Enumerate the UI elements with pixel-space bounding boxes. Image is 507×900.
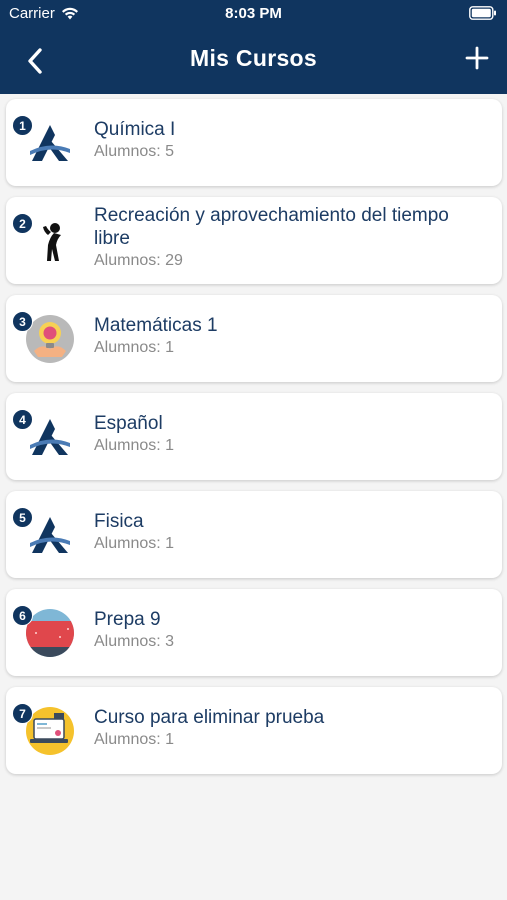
course-name: Química I [94,119,176,140]
course-card[interactable]: 6 Prepa 9 Alumnos: 3 [6,589,502,676]
status-time: 8:03 PM [225,5,282,22]
status-bar: Carrier 8:03 PM [0,0,507,28]
course-name: Prepa 9 [94,609,161,630]
course-number-badge: 1 [12,115,33,136]
course-card[interactable]: 4 Español Alumnos: 1 [6,393,502,480]
course-number-badge: 4 [12,409,33,430]
course-students: Alumnos: 1 [94,535,175,552]
add-course-button[interactable] [465,46,489,70]
course-students: Alumnos: 1 [94,731,175,748]
course-number-badge: 2 [12,213,33,234]
course-students: Alumnos: 5 [94,143,175,160]
course-students: Alumnos: 1 [94,437,175,454]
nav-bar: Mis Cursos [0,28,507,94]
course-card[interactable]: 1 Química I Alumnos: 5 [6,99,502,186]
course-card[interactable]: 2 Recreación y aprovechamiento del tiemp… [6,197,502,284]
course-number-badge: 5 [12,507,33,528]
course-card[interactable]: 5 Fisica Alumnos: 1 [6,491,502,578]
page-title: Mis Cursos [190,45,317,71]
course-name: Fisica [94,511,144,532]
course-list: 1 Química I Alumnos: 5 2 Recreación y ap… [6,99,502,785]
plus-icon [465,46,489,70]
course-students: Alumnos: 29 [94,252,183,269]
course-students: Alumnos: 1 [94,339,175,356]
app-header: Carrier 8:03 PM Mis Cursos [0,0,507,94]
course-card[interactable]: 3 Matemáticas 1 Alumnos: 1 [6,295,502,382]
course-number-badge: 3 [12,311,33,332]
course-name: Recreación y aprovechamiento del tiempo … [94,205,449,249]
course-name: Matemáticas 1 [94,315,218,336]
course-name: Español [94,413,163,434]
course-name: Curso para eliminar prueba [94,707,325,728]
course-number-badge: 6 [12,605,33,626]
course-card[interactable]: 7 Curso para eliminar prueba Alumnos: 1 [6,687,502,774]
course-number-badge: 7 [12,703,33,724]
battery-icon [469,6,496,20]
course-students: Alumnos: 3 [94,633,175,650]
